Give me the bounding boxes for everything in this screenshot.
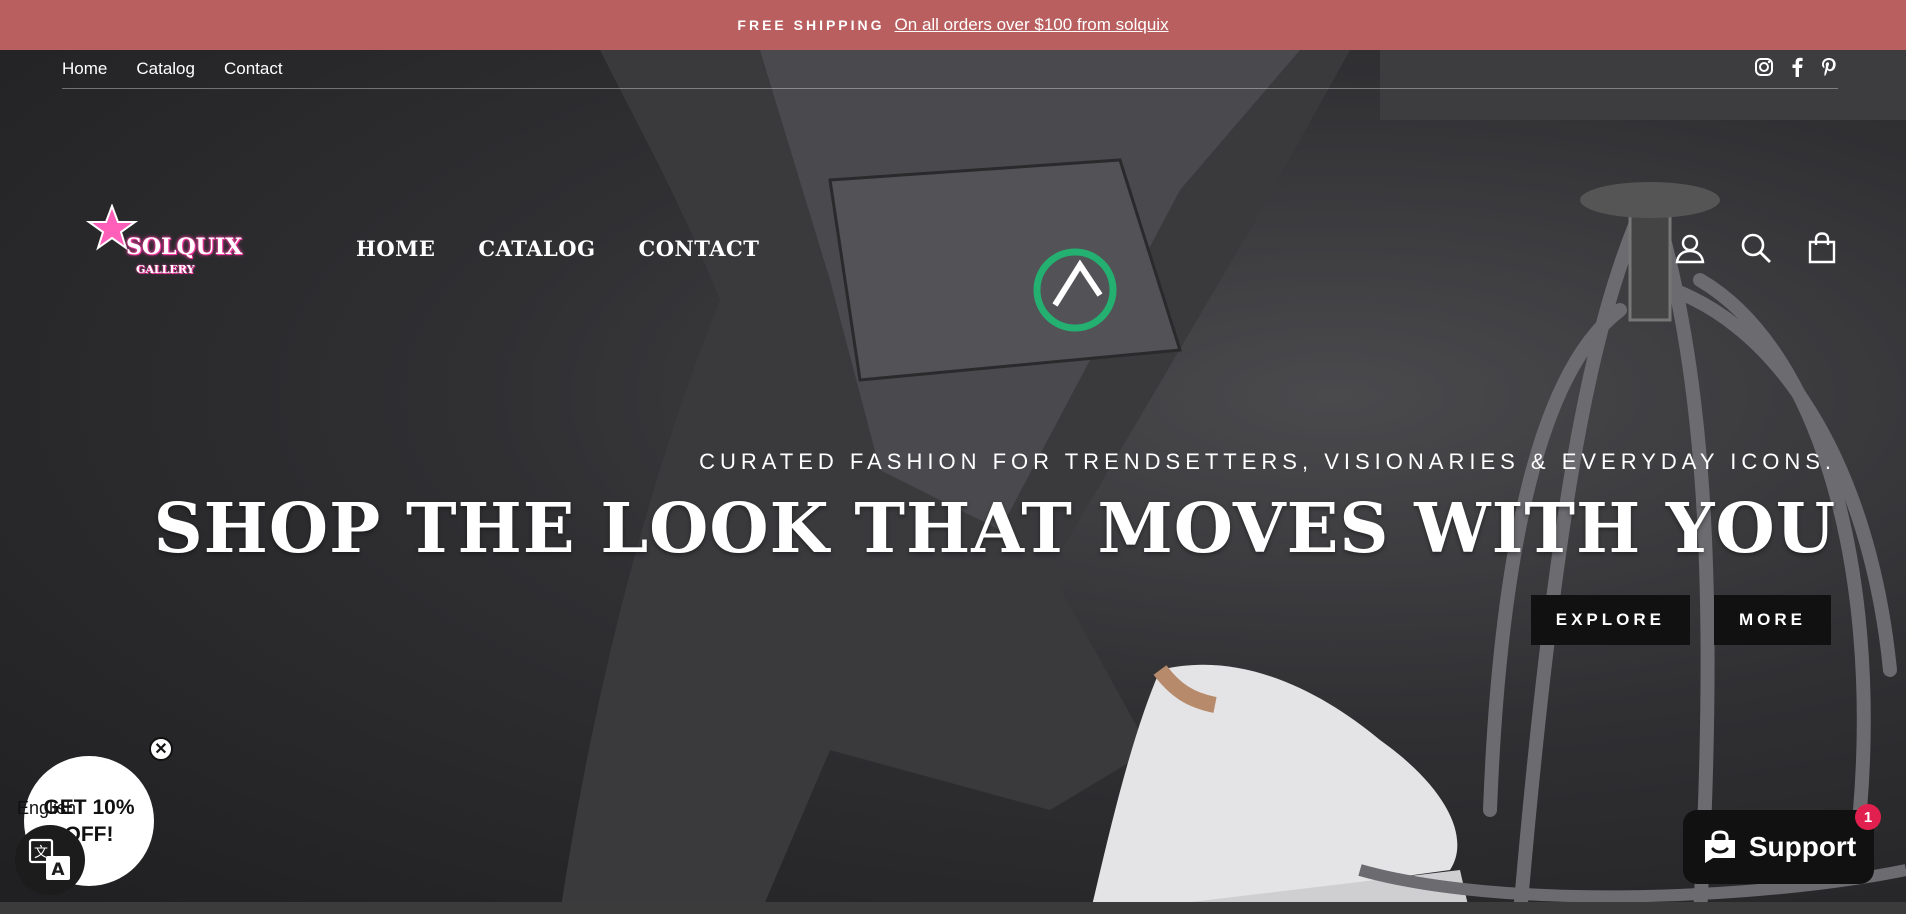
hero-image (560, 50, 1906, 914)
solquix-logo[interactable]: SOLQUIX GALLERY (85, 203, 246, 284)
utility-link-catalog[interactable]: Catalog (136, 59, 195, 79)
announcement-link[interactable]: On all orders over $100 from solquix (895, 15, 1169, 35)
more-button[interactable]: MORE (1714, 595, 1831, 645)
announcement-strong: FREE SHIPPING (737, 17, 885, 33)
facebook-icon[interactable] (1790, 57, 1804, 82)
announcement-bar: FREE SHIPPING On all orders over $100 fr… (0, 0, 1906, 50)
translate-icon: 文 A (28, 838, 70, 880)
bottom-edge (0, 902, 1906, 914)
utility-link-contact[interactable]: Contact (224, 59, 283, 79)
pinterest-icon[interactable] (1820, 57, 1838, 82)
svg-text:文: 文 (34, 845, 48, 861)
close-icon[interactable]: ✕ (149, 737, 173, 761)
utility-links: Home Catalog Contact (62, 59, 283, 79)
account-icon[interactable] (1674, 232, 1706, 269)
support-chat-button[interactable]: Support (1683, 810, 1874, 884)
main-nav: HOME CATALOG CONTACT (356, 236, 759, 261)
utility-link-home[interactable]: Home (62, 59, 107, 79)
logo-sub: GALLERY (136, 263, 195, 276)
search-icon[interactable] (1740, 232, 1772, 269)
language-label: English (17, 798, 77, 818)
hero-buttons: EXPLORE MORE (1530, 595, 1831, 645)
hero-banner (0, 50, 1906, 914)
social-links (1754, 57, 1838, 82)
support-label: Support (1748, 831, 1857, 862)
hero-tagline: CURATED FASHION FOR TRENDSETTERS, VISION… (699, 449, 1836, 474)
language-button[interactable]: 文 A (15, 825, 85, 895)
logo-name: SOLQUIX (126, 234, 243, 260)
notification-badge: 1 (1855, 804, 1881, 830)
header-icons (1674, 232, 1838, 269)
nav-home[interactable]: HOME (356, 236, 435, 261)
svg-text:A: A (51, 860, 65, 880)
chat-bag-icon (1704, 830, 1735, 863)
instagram-icon[interactable] (1754, 57, 1774, 82)
hero-headline: SHOP THE LOOK THAT MOVES WITH YOU (153, 489, 1836, 569)
nav-contact[interactable]: CONTACT (639, 236, 760, 261)
cart-icon[interactable] (1806, 232, 1838, 269)
utility-nav: Home Catalog Contact (62, 50, 1838, 89)
nav-catalog[interactable]: CATALOG (478, 236, 595, 261)
explore-button[interactable]: EXPLORE (1530, 595, 1690, 645)
